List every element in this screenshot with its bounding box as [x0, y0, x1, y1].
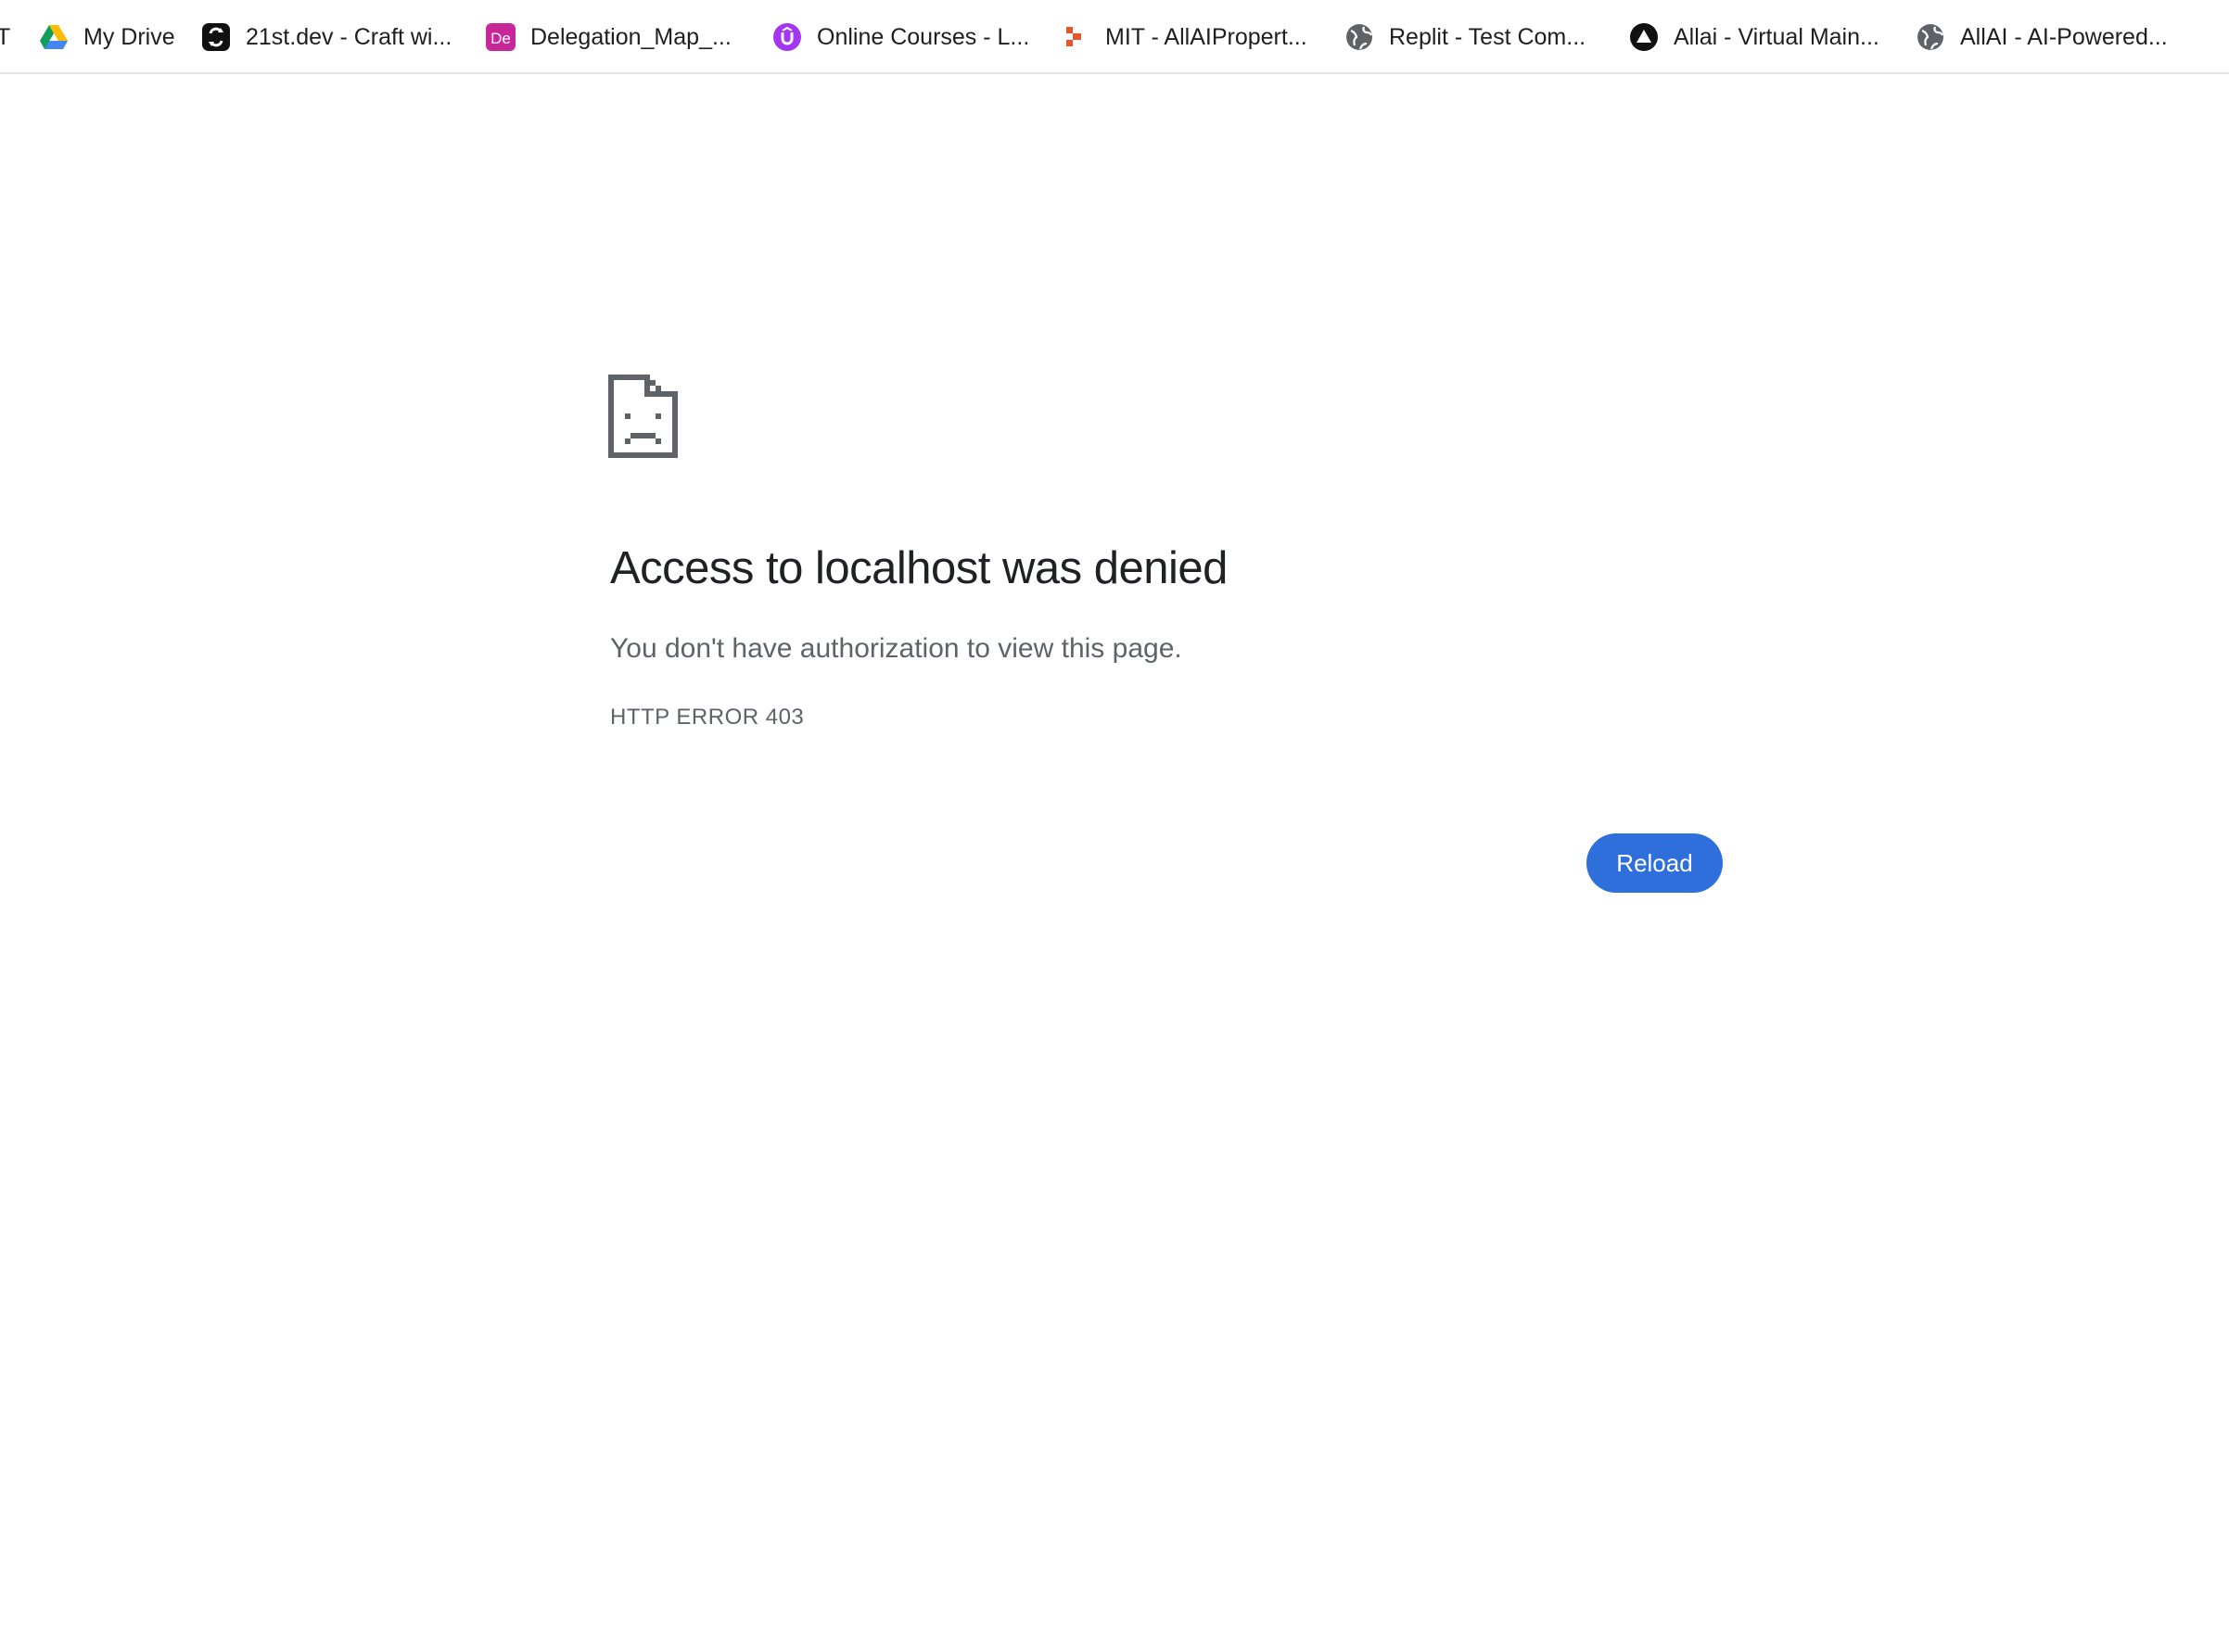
bookmark-label: Replit - Test Com... — [1389, 23, 1586, 50]
bookmark-label: MIT - AllAIPropert... — [1105, 23, 1307, 50]
bookmark-label: Online Courses - L... — [817, 23, 1030, 50]
allai-icon — [1629, 22, 1659, 52]
google-drive-icon — [39, 22, 69, 52]
bookmark-mit[interactable]: MIT - AllAIPropert... — [1061, 19, 1307, 56]
svg-text:De: De — [490, 30, 511, 47]
bookmark-online-courses[interactable]: Online Courses - L... — [772, 19, 1029, 56]
bookmark-label: Delegation_Map_... — [530, 23, 732, 50]
reload-button[interactable]: Reload — [1586, 833, 1723, 893]
bookmark-label: AllAI - AI-Powered... — [1960, 23, 2168, 50]
udemy-icon — [772, 22, 802, 52]
sad-page-icon — [608, 375, 678, 458]
bookmark-label: My Drive — [83, 23, 175, 50]
mit-icon — [1061, 22, 1090, 52]
page-title: Access to localhost was denied — [610, 543, 1228, 593]
bookmark-allai-powered[interactable]: AllAI - AI-Powered... — [1916, 19, 2168, 56]
bookmarks-bar: T My Drive 21st.dev - Craft wi... — [0, 0, 2229, 74]
bookmark-my-drive[interactable]: My Drive — [39, 19, 175, 56]
bookmark-allai-virtual[interactable]: Allai - Virtual Main... — [1629, 19, 1879, 56]
globe-icon — [1916, 22, 1945, 52]
globe-icon — [1344, 22, 1374, 52]
de-app-icon: De — [486, 22, 516, 52]
bookmark-label: 21st.dev - Craft wi... — [246, 23, 452, 50]
bookmark-delegation-map[interactable]: De Delegation_Map_... — [486, 19, 732, 56]
error-description: You don't have authorization to view thi… — [610, 633, 1182, 664]
21st-dev-icon — [201, 22, 231, 52]
error-code: HTTP ERROR 403 — [610, 705, 805, 730]
bookmark-21st-dev[interactable]: 21st.dev - Craft wi... — [201, 19, 452, 56]
bookmark-label: Allai - Virtual Main... — [1674, 23, 1879, 50]
bookmark-replit[interactable]: Replit - Test Com... — [1344, 19, 1586, 56]
bookmark-cut-off[interactable]: T — [0, 19, 10, 56]
bookmark-label: T — [0, 24, 10, 51]
